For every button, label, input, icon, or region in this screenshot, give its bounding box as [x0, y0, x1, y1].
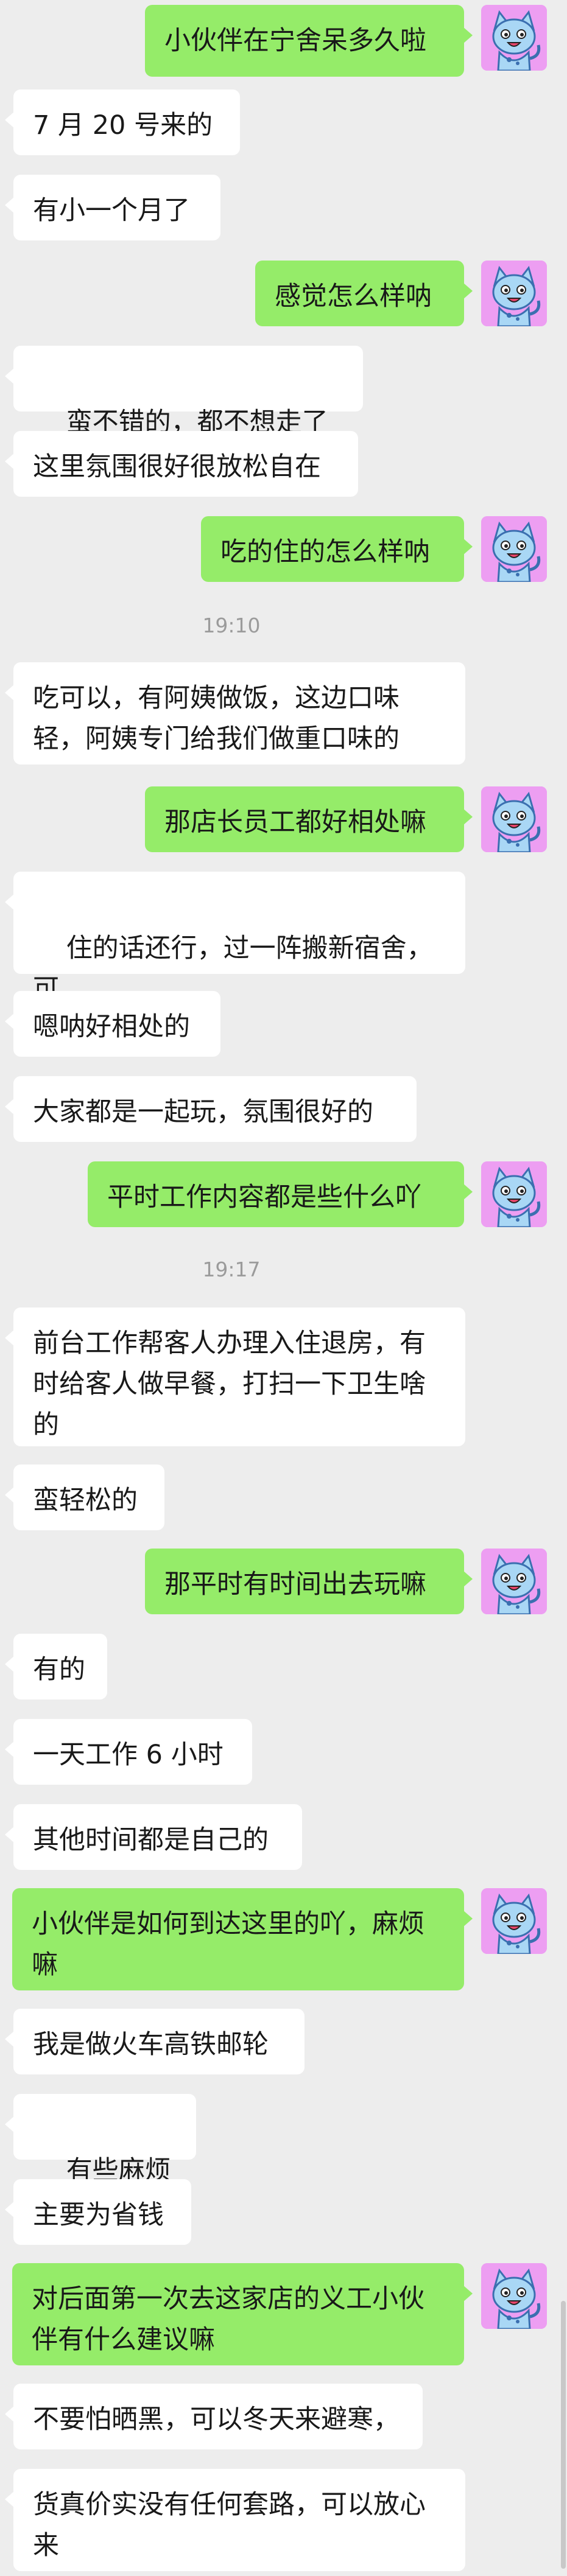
incoming-message[interactable]: 大家都是一起玩，氛围很好的: [5, 1076, 417, 1142]
timestamp: 19:17: [202, 1258, 261, 1281]
scrollbar[interactable]: [561, 2301, 566, 2569]
avatar[interactable]: [481, 2263, 547, 2329]
cartoon-cat-avatar-icon: [481, 516, 547, 582]
incoming-message[interactable]: 这里氛围很好很放松自在: [5, 431, 358, 497]
outgoing-message[interactable]: 那平时有时间出去玩嘛: [145, 1549, 473, 1614]
outgoing-message[interactable]: 吃的住的怎么样呐: [201, 516, 473, 582]
incoming-message[interactable]: 住的话还行，过一阵搬新宿舍，可 惜赶不上了: [5, 872, 465, 1045]
avatar[interactable]: [481, 516, 547, 582]
incoming-message[interactable]: 货真价实没有任何套路，可以放心 来: [5, 2469, 465, 2571]
incoming-message[interactable]: 有小一个月了: [5, 175, 220, 240]
avatar[interactable]: [481, 261, 547, 326]
outgoing-message[interactable]: 对后面第一次去这家店的义工小伙 伴有什么建议嘛: [12, 2263, 473, 2365]
avatar[interactable]: [481, 1888, 547, 1954]
incoming-message[interactable]: 前台工作帮客人办理入住退房，有 时给客人做早餐，打扫一下卫生啥 的: [5, 1307, 465, 1446]
incoming-message[interactable]: 我是做火车高铁邮轮: [5, 2009, 305, 2074]
incoming-message[interactable]: 有的: [5, 1634, 107, 1699]
cartoon-cat-avatar-icon: [481, 2263, 547, 2329]
incoming-message[interactable]: 不要怕晒黑，可以冬天来避寒，: [5, 2384, 423, 2449]
incoming-message[interactable]: 其他时间都是自己的: [5, 1804, 302, 1870]
incoming-message[interactable]: 蛮不错的，都不想走了: [5, 346, 363, 475]
outgoing-message[interactable]: 那店长员工都好相处嘛: [145, 786, 473, 852]
outgoing-message[interactable]: 平时工作内容都是些什么吖: [88, 1161, 473, 1227]
incoming-message[interactable]: 蛮轻松的: [5, 1465, 164, 1530]
cartoon-cat-avatar-icon: [481, 1549, 547, 1614]
incoming-message[interactable]: 一天工作 6 小时: [5, 1719, 252, 1785]
cartoon-cat-avatar-icon: [481, 786, 547, 852]
incoming-message[interactable]: 7 月 20 号来的: [5, 89, 240, 155]
cartoon-cat-avatar-icon: [481, 1888, 547, 1954]
cartoon-cat-avatar-icon: [481, 1161, 547, 1227]
avatar[interactable]: [481, 1161, 547, 1227]
cartoon-cat-avatar-icon: [481, 261, 547, 326]
incoming-message[interactable]: 有些麻烦: [5, 2094, 196, 2223]
cartoon-cat-avatar-icon: [481, 5, 547, 71]
avatar[interactable]: [481, 1549, 547, 1614]
timestamp: 19:10: [202, 614, 261, 637]
incoming-message[interactable]: 吃可以，有阿姨做饭，这边口味 轻，阿姨专门给我们做重口味的: [5, 662, 465, 765]
incoming-message[interactable]: 嗯呐好相处的: [5, 991, 220, 1057]
incoming-message[interactable]: 主要为省钱: [5, 2179, 191, 2245]
outgoing-message[interactable]: 小伙伴在宁舍呆多久啦: [145, 5, 473, 77]
outgoing-message[interactable]: 感觉怎么样呐: [255, 261, 473, 326]
avatar[interactable]: [481, 5, 547, 71]
outgoing-message[interactable]: 小伙伴是如何到达这里的吖，麻烦 嘛: [12, 1888, 473, 1990]
avatar[interactable]: [481, 786, 547, 852]
